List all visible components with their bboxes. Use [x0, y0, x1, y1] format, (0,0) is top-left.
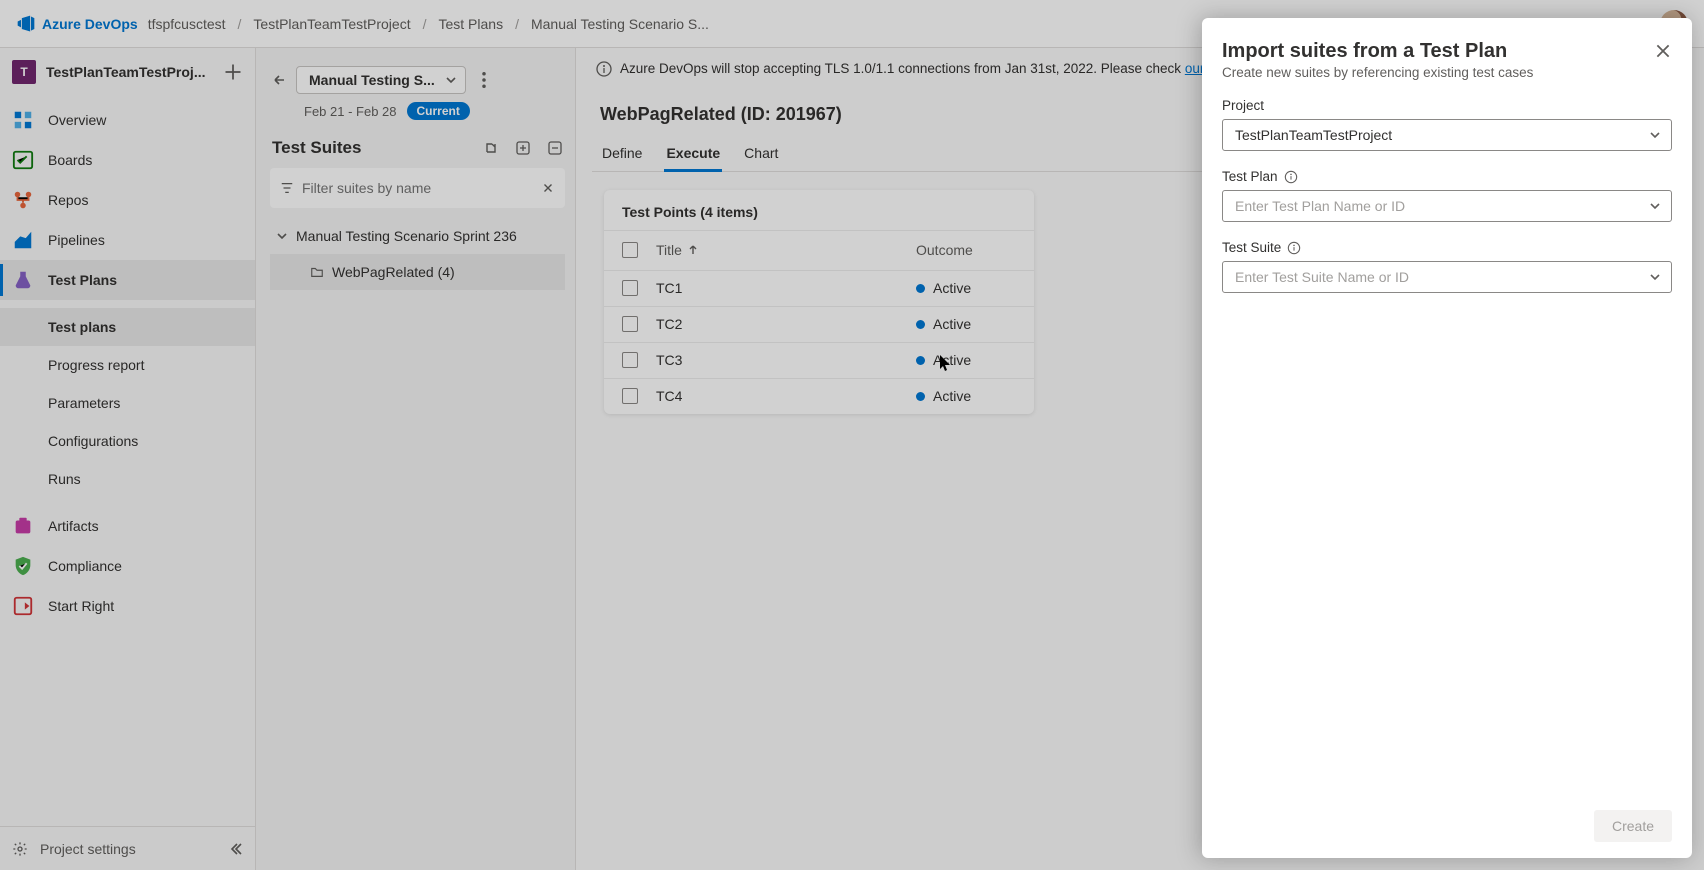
info-icon[interactable]	[1287, 241, 1301, 255]
chevron-down-icon	[1649, 129, 1661, 141]
field-label-project: Project	[1222, 98, 1672, 113]
panel-subtitle: Create new suites by referencing existin…	[1222, 65, 1672, 80]
field-test-suite: Test Suite	[1222, 240, 1672, 293]
create-button[interactable]: Create	[1594, 810, 1672, 842]
test-suite-input[interactable]	[1235, 269, 1639, 285]
field-label-test-suite: Test Suite	[1222, 240, 1672, 255]
field-label-test-plan: Test Plan	[1222, 169, 1672, 184]
chevron-down-icon	[1649, 271, 1661, 283]
field-project: Project TestPlanTeamTestProject	[1222, 98, 1672, 151]
project-combo-value: TestPlanTeamTestProject	[1235, 127, 1392, 143]
import-panel: Import suites from a Test Plan Create ne…	[1202, 18, 1692, 858]
test-plan-combo[interactable]	[1222, 190, 1672, 222]
test-plan-input[interactable]	[1235, 198, 1639, 214]
test-plan-label-text: Test Plan	[1222, 169, 1278, 184]
close-panel-button[interactable]	[1654, 42, 1672, 60]
project-combo[interactable]: TestPlanTeamTestProject	[1222, 119, 1672, 151]
field-test-plan: Test Plan	[1222, 169, 1672, 222]
info-icon[interactable]	[1284, 170, 1298, 184]
chevron-down-icon	[1649, 200, 1661, 212]
panel-footer: Create	[1222, 810, 1672, 842]
panel-title: Import suites from a Test Plan	[1222, 40, 1672, 63]
test-suite-combo[interactable]	[1222, 261, 1672, 293]
test-suite-label-text: Test Suite	[1222, 240, 1281, 255]
